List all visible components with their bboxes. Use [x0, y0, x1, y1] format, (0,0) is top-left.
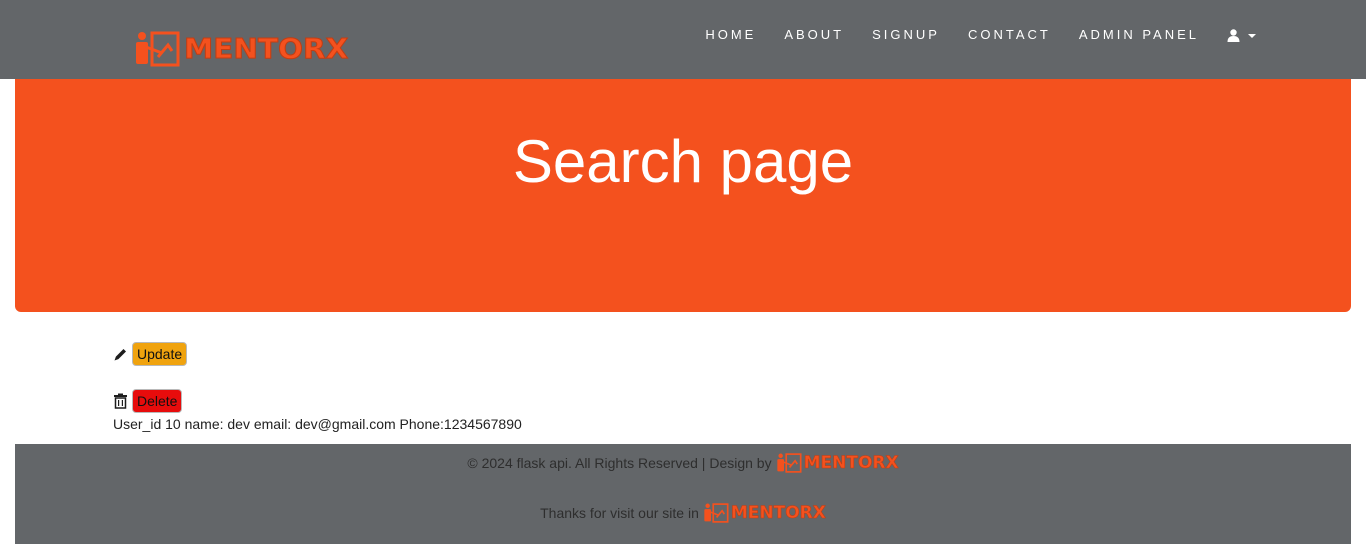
- update-button[interactable]: Update: [132, 342, 188, 366]
- teacher-board-icon: [776, 453, 802, 473]
- delete-button[interactable]: Delete: [132, 389, 183, 413]
- trash-icon: [114, 393, 127, 409]
- nav-signup[interactable]: SIGNUP: [872, 26, 940, 44]
- pencil-icon: [114, 348, 126, 360]
- brand-name: MENTORX: [183, 32, 349, 66]
- footer-logo-2[interactable]: MENTORX: [703, 503, 826, 523]
- user-menu-dropdown[interactable]: [1227, 28, 1256, 42]
- thanks-text: Thanks for visit our site in: [540, 505, 699, 521]
- footer: © 2024 flask api. All Rights Reserved | …: [15, 444, 1351, 544]
- chevron-down-icon: [1248, 34, 1256, 38]
- navbar: MENTORX HOME ABOUT SIGNUP CONTACT ADMIN …: [0, 0, 1366, 79]
- update-row: Update: [113, 342, 188, 366]
- user-record: User_id 10 name: dev email: dev@gmail.co…: [113, 416, 522, 432]
- copyright-text: © 2024 flask api. All Rights Reserved | …: [467, 455, 772, 471]
- user-icon: [1227, 28, 1240, 42]
- footer-logo-text-2: MENTORX: [730, 503, 827, 524]
- brand-logo[interactable]: MENTORX: [134, 31, 349, 67]
- teacher-board-icon: [136, 31, 180, 67]
- page-title: Search page: [512, 128, 854, 195]
- nav-about[interactable]: ABOUT: [784, 26, 844, 44]
- teacher-board-icon: [704, 503, 729, 523]
- footer-logo[interactable]: MENTORX: [776, 453, 899, 473]
- nav-contact[interactable]: CONTACT: [968, 26, 1051, 44]
- nav-admin-panel[interactable]: ADMIN PANEL: [1079, 26, 1199, 44]
- main-nav: HOME ABOUT SIGNUP CONTACT ADMIN PANEL: [677, 26, 1256, 44]
- delete-row: Delete: [113, 389, 183, 413]
- footer-logo-text: MENTORX: [803, 453, 899, 474]
- footer-copyright: © 2024 flask api. All Rights Reserved | …: [15, 453, 1351, 474]
- footer-thanks: Thanks for visit our site in MENTORX: [15, 503, 1351, 524]
- hero-banner: Search page: [15, 79, 1351, 312]
- nav-home[interactable]: HOME: [705, 26, 756, 44]
